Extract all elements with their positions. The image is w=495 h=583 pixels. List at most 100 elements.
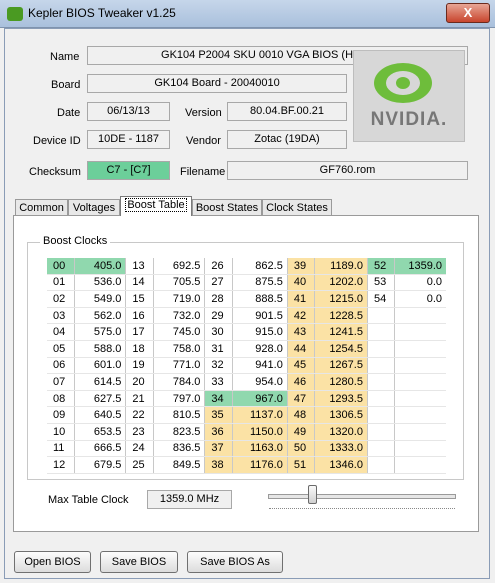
- boost-clock-cell[interactable]: 784.0: [153, 373, 206, 391]
- boost-clock-cell[interactable]: 679.5: [74, 456, 127, 474]
- boost-clock-cell[interactable]: 771.0: [153, 357, 206, 375]
- boost-clock-cell[interactable]: 1215.0: [314, 290, 368, 308]
- boost-clock-cell[interactable]: [394, 390, 446, 408]
- boost-clock-cell[interactable]: 692.5: [153, 258, 206, 275]
- boost-clock-cell[interactable]: 653.5: [74, 423, 127, 441]
- boost-clock-cell[interactable]: 1150.0: [232, 423, 288, 441]
- boost-clock-cell[interactable]: 732.0: [153, 307, 206, 325]
- boost-clock-cell[interactable]: 1189.0: [314, 258, 368, 275]
- boost-clock-cell[interactable]: 810.5: [153, 406, 206, 424]
- table-row: 05 588.0 18 758.0 31 928.0 44 1254.5: [47, 340, 446, 358]
- boost-clock-cell[interactable]: [394, 440, 446, 458]
- boost-clock-cell[interactable]: 627.5: [74, 390, 127, 408]
- boost-clock-cell[interactable]: 797.0: [153, 390, 206, 408]
- table-row: 04 575.0 17 745.0 30 915.0 43 1241.5: [47, 323, 446, 341]
- boost-clock-cell[interactable]: 1359.0: [394, 258, 446, 275]
- boost-index-cell: 33: [204, 373, 233, 391]
- boost-index-cell: 27: [204, 274, 233, 292]
- boost-clock-cell[interactable]: 536.0: [74, 274, 127, 292]
- max-clock-slider-thumb[interactable]: [308, 485, 317, 504]
- boost-clock-cell[interactable]: 875.5: [232, 274, 288, 292]
- boost-clock-cell[interactable]: 405.0: [74, 258, 127, 275]
- boost-clock-cell[interactable]: [394, 406, 446, 424]
- boost-clock-cell[interactable]: 601.0: [74, 357, 127, 375]
- boost-clock-cell[interactable]: [394, 323, 446, 341]
- boost-clock-cell[interactable]: 666.5: [74, 440, 127, 458]
- boost-clock-cell[interactable]: [394, 357, 446, 375]
- boost-clock-cell[interactable]: [394, 340, 446, 358]
- boost-clock-cell[interactable]: 888.5: [232, 290, 288, 308]
- boost-clock-cell[interactable]: 1293.5: [314, 390, 368, 408]
- boost-clock-cell[interactable]: 719.0: [153, 290, 206, 308]
- table-row: 11 666.5 24 836.5 37 1163.0 50 1333.0: [47, 440, 446, 458]
- tab-common[interactable]: Common: [15, 199, 68, 216]
- boost-index-cell: 12: [47, 456, 75, 474]
- boost-clock-cell[interactable]: 758.0: [153, 340, 206, 358]
- deviceid-label: Device ID: [33, 135, 81, 147]
- boost-clock-cell[interactable]: [394, 373, 446, 391]
- boost-clock-cell[interactable]: 967.0: [232, 390, 288, 408]
- boost-index-cell: [367, 307, 396, 325]
- close-button[interactable]: X: [446, 3, 490, 23]
- boost-clock-cell[interactable]: 1280.5: [314, 373, 368, 391]
- boost-index-cell: 02: [47, 290, 75, 308]
- boost-clock-cell[interactable]: 1346.0: [314, 456, 368, 474]
- boost-clock-cell[interactable]: 1267.5: [314, 357, 368, 375]
- boost-index-cell: 46: [287, 373, 315, 391]
- tab-boost-table[interactable]: Boost Table: [120, 196, 192, 216]
- save-bios-button[interactable]: Save BIOS: [100, 551, 178, 573]
- boost-clock-cell[interactable]: 928.0: [232, 340, 288, 358]
- boost-index-cell: 05: [47, 340, 75, 358]
- boost-index-cell: 47: [287, 390, 315, 408]
- boost-clock-cell[interactable]: 640.5: [74, 406, 127, 424]
- boost-index-cell: 24: [125, 440, 154, 458]
- boost-clock-cell[interactable]: 1254.5: [314, 340, 368, 358]
- boost-clock-cell[interactable]: 1306.5: [314, 406, 368, 424]
- boost-clock-cell[interactable]: 614.5: [74, 373, 127, 391]
- tab-clock-states[interactable]: Clock States: [262, 199, 332, 216]
- boost-clock-cell[interactable]: 0.0: [394, 290, 446, 308]
- boost-clock-cell[interactable]: 1202.0: [314, 274, 368, 292]
- boost-clock-cell[interactable]: 1137.0: [232, 406, 288, 424]
- boost-clock-cell[interactable]: 1320.0: [314, 423, 368, 441]
- boost-clock-cell[interactable]: 862.5: [232, 258, 288, 275]
- boost-clock-cell[interactable]: [394, 456, 446, 474]
- boost-clock-cell[interactable]: 915.0: [232, 323, 288, 341]
- open-bios-button[interactable]: Open BIOS: [14, 551, 91, 573]
- boost-index-cell: 29: [204, 307, 233, 325]
- boost-clock-cell[interactable]: 0.0: [394, 274, 446, 292]
- boost-clock-cell[interactable]: [394, 307, 446, 325]
- boost-clock-cell[interactable]: 1176.0: [232, 456, 288, 474]
- max-clock-slider-track[interactable]: [268, 494, 456, 499]
- boost-index-cell: [367, 423, 396, 441]
- boost-index-cell: [367, 406, 396, 424]
- boost-index-cell: 53: [367, 274, 396, 292]
- boost-clock-cell[interactable]: 575.0: [74, 323, 127, 341]
- checksum-label: Checksum: [29, 166, 81, 178]
- nvidia-logo-text: NVIDIA.: [370, 109, 448, 130]
- boost-index-cell: 28: [204, 290, 233, 308]
- tab-voltages[interactable]: Voltages: [68, 199, 120, 216]
- boost-clock-cell[interactable]: 836.5: [153, 440, 206, 458]
- boost-clock-cell[interactable]: 823.5: [153, 423, 206, 441]
- boost-clock-cell[interactable]: 1333.0: [314, 440, 368, 458]
- boost-clock-cell[interactable]: 941.0: [232, 357, 288, 375]
- tab-boost-states[interactable]: Boost States: [192, 199, 262, 216]
- boost-clock-cell[interactable]: 705.5: [153, 274, 206, 292]
- boost-clock-cell[interactable]: 562.0: [74, 307, 127, 325]
- boost-clock-cell[interactable]: 1228.5: [314, 307, 368, 325]
- boost-index-cell: 04: [47, 323, 75, 341]
- save-bios-as-button[interactable]: Save BIOS As: [187, 551, 283, 573]
- boost-index-cell: 36: [204, 423, 233, 441]
- boost-clock-cell[interactable]: 1241.5: [314, 323, 368, 341]
- boost-clock-cell[interactable]: 549.0: [74, 290, 127, 308]
- boost-clock-cell[interactable]: 745.0: [153, 323, 206, 341]
- table-row: 03 562.0 16 732.0 29 901.5 42 1228.5: [47, 307, 446, 325]
- boost-clock-cell[interactable]: 1163.0: [232, 440, 288, 458]
- boost-clock-cell[interactable]: 954.0: [232, 373, 288, 391]
- boost-index-cell: 15: [125, 290, 154, 308]
- boost-clock-cell[interactable]: 849.5: [153, 456, 206, 474]
- boost-clock-cell[interactable]: 588.0: [74, 340, 127, 358]
- boost-clock-cell[interactable]: [394, 423, 446, 441]
- boost-clock-cell[interactable]: 901.5: [232, 307, 288, 325]
